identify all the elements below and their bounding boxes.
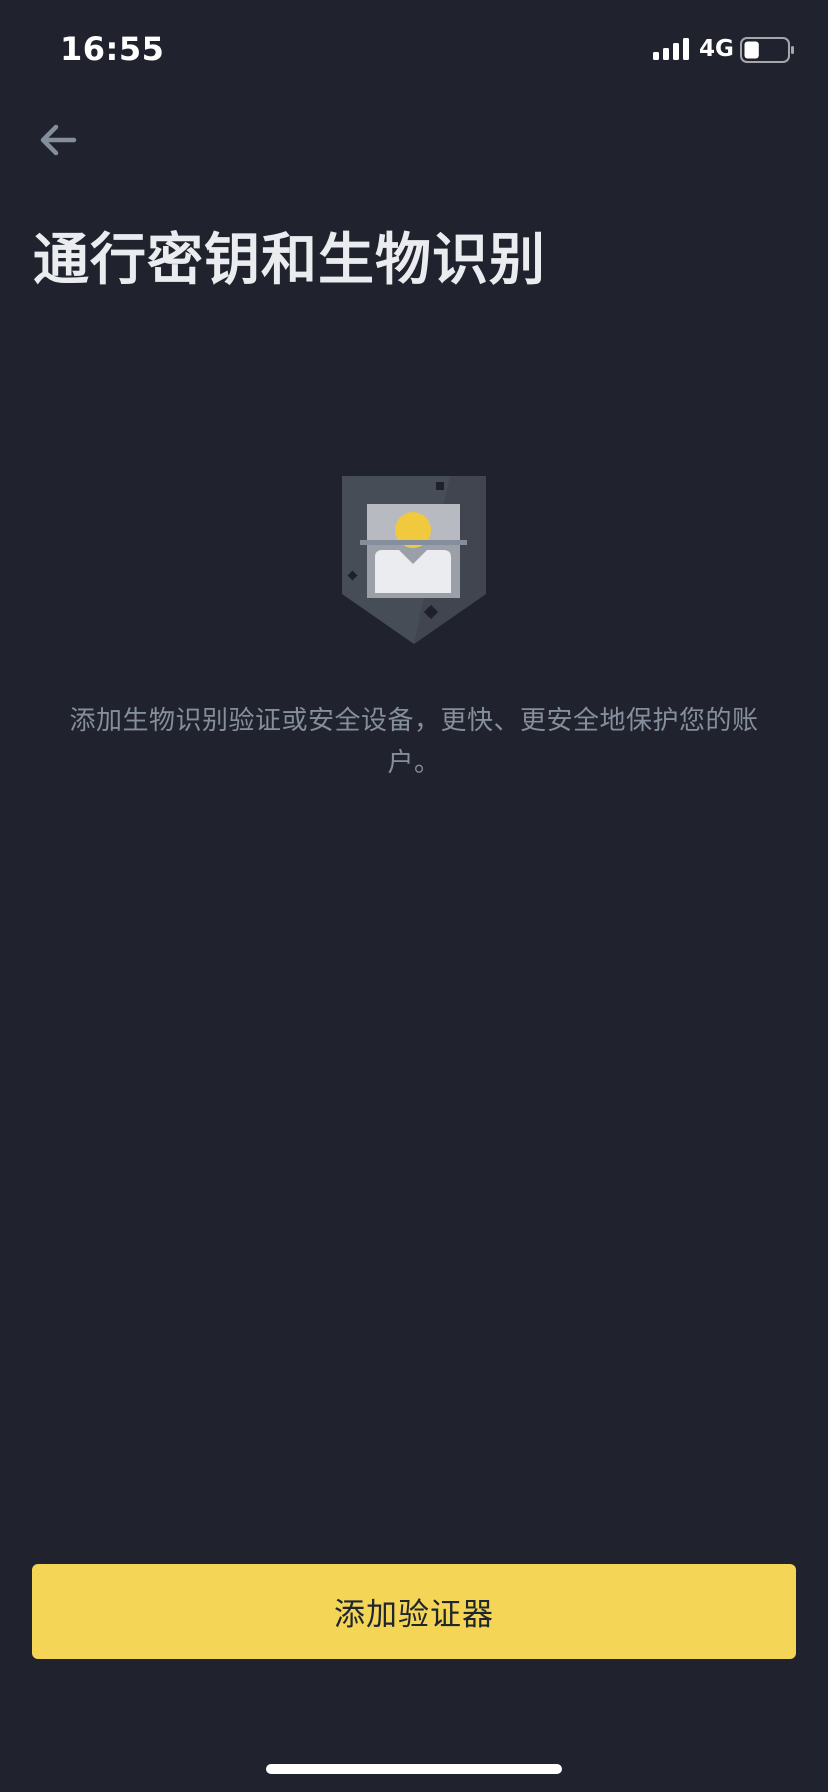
home-indicator xyxy=(266,1764,562,1774)
add-authenticator-button[interactable]: 添加验证器 xyxy=(32,1564,796,1659)
back-button[interactable] xyxy=(34,118,84,162)
status-bar: 16:55 4G xyxy=(0,0,828,100)
description-text: 添加生物识别验证或安全设备，更快、更安全地保护您的账户。 xyxy=(69,706,759,778)
status-time: 16:55 xyxy=(60,30,165,68)
network-type: 4G xyxy=(699,36,734,62)
face-id-shield-illustration xyxy=(342,476,486,644)
signal-strength-icon xyxy=(653,38,689,60)
page-title: 通行密钥和生物识别 xyxy=(33,228,546,293)
arrow-left-icon xyxy=(40,124,77,156)
battery-icon xyxy=(740,37,794,63)
